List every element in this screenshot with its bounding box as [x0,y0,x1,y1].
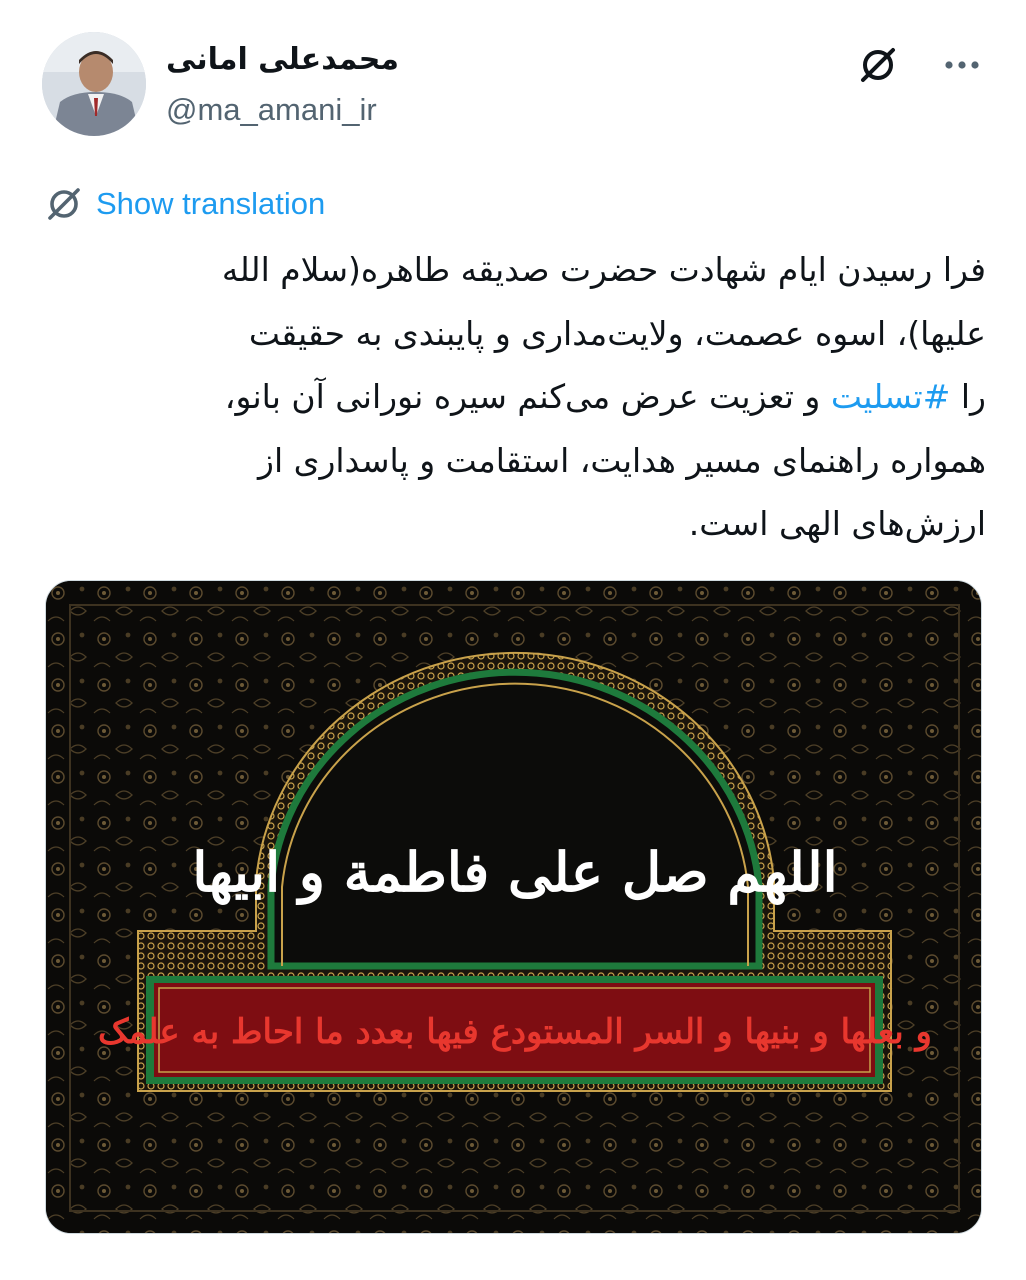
avatar-photo [42,32,146,136]
avatar[interactable] [42,32,146,136]
tweet-header: محمدعلی امانی @ma_amani_ir [42,32,992,142]
more-options-icon[interactable] [940,43,984,87]
display-name[interactable]: محمدعلی امانی [166,40,399,80]
tweet-media-image[interactable]: اللهم صل علی فاطمة و ابیها و بعلها و بنی… [45,580,982,1234]
tweet-text-line-3-suffix: و تعزیت عرض می‌کنم سیره نورانی آن بانو، [224,377,831,416]
arch-calligraphy: اللهم صل علی فاطمة و ابیها [192,840,837,906]
hashtag-link[interactable]: #تسلیت [831,377,951,416]
mourning-banner: اللهم صل علی فاطمة و ابیها و بعلها و بنی… [46,581,981,1233]
show-translation-label: Show translation [96,186,326,221]
grok-icon [48,188,80,220]
tweet-text-line-5: ارزش‌های الهی است. [688,504,986,543]
grok-icon[interactable] [856,43,900,87]
tweet-text-line-4: همواره راهنمای مسیر هدایت، استقامت و پاس… [258,440,986,480]
author-info: محمدعلی امانی @ma_amani_ir [166,40,399,132]
header-actions [856,40,984,90]
band-calligraphy: و بعلها و بنیها و السر المستودع فیها بعد… [98,1012,932,1052]
tweet-text-line-3: را #تسلیت و تعزیت عرض می‌کنم سیره نورانی… [42,365,986,429]
show-translation-button[interactable]: Show translation [42,180,325,228]
tweet-text-line-1: فرا رسیدن ایام شهادت حضرت صدیقه طاهره(سل… [221,250,986,289]
tweet-text: فرا رسیدن ایام شهادت حضرت صدیقه طاهره(سل… [42,238,986,556]
tweet-text-line-2: علیها)، اسوه عصمت، ولایت‌مداری و پایبندی… [248,313,986,353]
tweet-text-line-3-prefix: را [950,377,986,416]
user-handle[interactable]: @ma_amani_ir [166,88,399,132]
